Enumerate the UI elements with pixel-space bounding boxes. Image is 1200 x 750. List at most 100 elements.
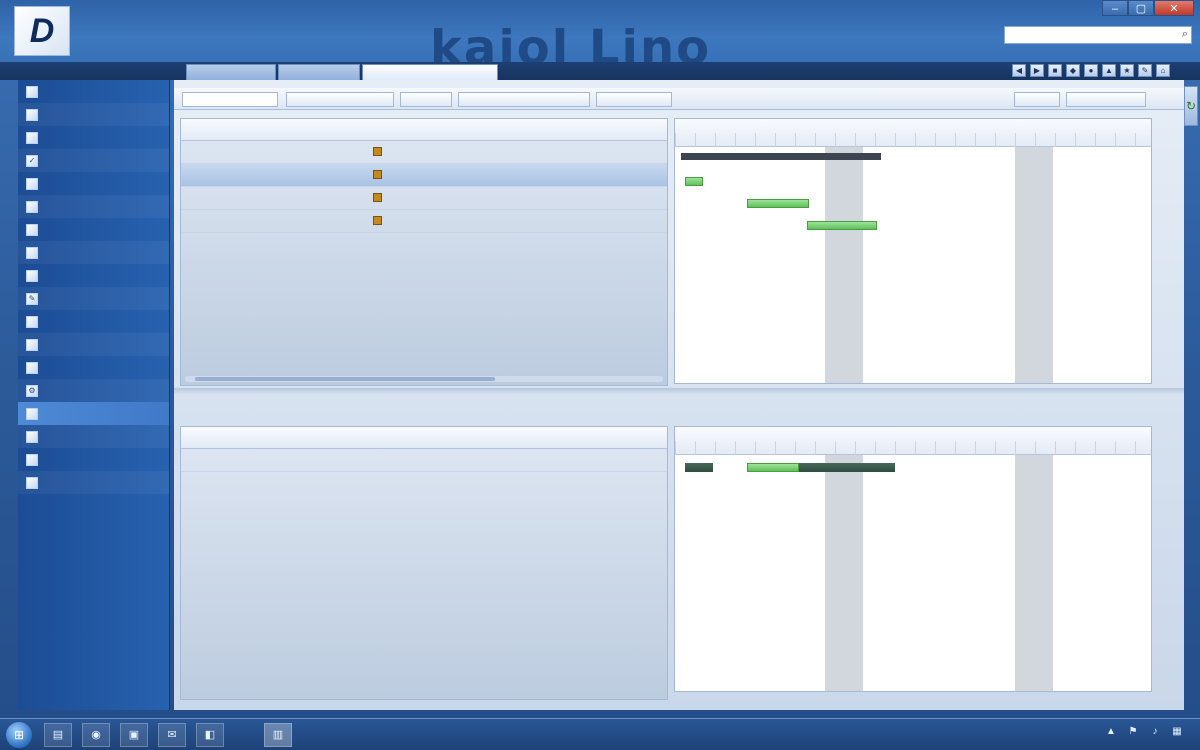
cell xyxy=(373,193,385,203)
sidebar-item[interactable] xyxy=(18,218,169,241)
day-cell xyxy=(855,441,875,455)
day-cell xyxy=(715,441,735,455)
back-icon[interactable]: ◀ xyxy=(1012,64,1026,77)
sidebar-item[interactable] xyxy=(18,172,169,195)
maximize-button[interactable]: ▢ xyxy=(1128,0,1154,16)
tab-1[interactable] xyxy=(186,64,276,80)
tab-3-active[interactable] xyxy=(362,64,498,80)
app-logo: D xyxy=(14,6,70,56)
planner-icon[interactable]: ▥ xyxy=(264,723,292,747)
record-icon[interactable]: ● xyxy=(1084,64,1098,77)
sidebar: ✓ ✎ ⚙ xyxy=(18,80,170,710)
day-cell xyxy=(975,133,995,147)
app-icon[interactable]: ◧ xyxy=(196,723,224,747)
resource-bar[interactable] xyxy=(799,463,895,472)
resource-bar[interactable] xyxy=(685,463,713,472)
weekend-shading xyxy=(1015,147,1053,383)
day-cell xyxy=(675,133,695,147)
day-cell xyxy=(755,441,775,455)
flag-icon[interactable]: ⚑ xyxy=(1126,725,1140,739)
action-button-4[interactable] xyxy=(596,92,672,107)
day-cell xyxy=(955,133,975,147)
sidebar-item[interactable] xyxy=(18,356,169,379)
sidebar-item[interactable] xyxy=(18,448,169,471)
up-icon[interactable]: ▲ xyxy=(1102,64,1116,77)
horizontal-scrollbar[interactable] xyxy=(185,376,663,382)
explorer-icon[interactable]: ▤ xyxy=(44,723,72,747)
quick-toolbar: ◀ ▶ ■ ◆ ● ▲ ★ ✎ ⌂ xyxy=(1012,64,1170,77)
sidebar-item[interactable] xyxy=(18,333,169,356)
sidebar-item[interactable] xyxy=(18,195,169,218)
forward-icon[interactable]: ▶ xyxy=(1030,64,1044,77)
tray-expand-icon[interactable]: ▲ xyxy=(1104,725,1118,739)
resource-bar[interactable] xyxy=(747,463,799,472)
mail-icon[interactable]: ✉ xyxy=(158,723,186,747)
sidebar-item[interactable] xyxy=(18,425,169,448)
day-cell xyxy=(1095,133,1115,147)
sidebar-item[interactable]: ✓ xyxy=(18,149,169,172)
page-icon xyxy=(26,430,38,443)
close-button[interactable]: ✕ xyxy=(1154,0,1194,16)
table-row[interactable] xyxy=(181,164,667,187)
diamond-icon[interactable]: ◆ xyxy=(1066,64,1080,77)
day-cell xyxy=(735,133,755,147)
sidebar-item[interactable] xyxy=(18,402,169,425)
home-icon[interactable]: ⌂ xyxy=(1156,64,1170,77)
task-bar[interactable] xyxy=(685,177,703,186)
filter-field[interactable] xyxy=(182,92,278,107)
action-button-1[interactable] xyxy=(286,92,394,107)
table-row[interactable] xyxy=(181,449,667,472)
favorite-icon[interactable]: ★ xyxy=(1120,64,1134,77)
network-icon[interactable]: ▦ xyxy=(1170,725,1184,739)
action-button-3[interactable] xyxy=(458,92,590,107)
table-row[interactable] xyxy=(181,141,667,164)
day-cell xyxy=(915,133,935,147)
table-row[interactable] xyxy=(181,210,667,233)
table-row[interactable] xyxy=(181,187,667,210)
sidebar-item[interactable] xyxy=(18,103,169,126)
task-bar[interactable] xyxy=(807,221,877,230)
weekend-shading xyxy=(825,455,863,691)
day-cell xyxy=(835,133,855,147)
day-cell xyxy=(1015,441,1035,455)
stop-icon[interactable]: ■ xyxy=(1048,64,1062,77)
task-bar[interactable] xyxy=(747,199,809,208)
sidebar-item[interactable] xyxy=(18,241,169,264)
search-input[interactable]: ⌕ xyxy=(1004,26,1192,44)
sidebar-item[interactable]: ✎ xyxy=(18,287,169,310)
action-button-2[interactable] xyxy=(400,92,452,107)
cell xyxy=(373,170,385,180)
sidebar-item[interactable] xyxy=(18,126,169,149)
edit-icon[interactable]: ✎ xyxy=(1138,64,1152,77)
page-icon xyxy=(26,223,38,236)
sidebar-item[interactable] xyxy=(18,80,169,103)
volume-icon[interactable]: ♪ xyxy=(1148,725,1162,739)
page-icon xyxy=(26,177,38,190)
tab-2[interactable] xyxy=(278,64,360,80)
minimize-button[interactable]: – xyxy=(1102,0,1128,16)
day-cell xyxy=(715,133,735,147)
day-cell xyxy=(1055,133,1075,147)
summary-bar[interactable] xyxy=(681,153,881,160)
day-cell xyxy=(1135,441,1151,455)
sidebar-item[interactable]: ⚙ xyxy=(18,379,169,402)
scrollbar-thumb[interactable] xyxy=(195,377,495,381)
sidebar-item[interactable] xyxy=(18,471,169,494)
task-type-icon xyxy=(373,216,382,226)
browser-icon[interactable]: ◉ xyxy=(82,723,110,747)
refresh-icon[interactable]: ↻ xyxy=(1184,86,1198,126)
sidebar-item[interactable] xyxy=(18,264,169,287)
gantt-chart-top xyxy=(674,118,1152,384)
day-cell xyxy=(895,133,915,147)
day-cell xyxy=(675,441,695,455)
start-button[interactable]: ⊞ xyxy=(6,722,32,748)
page-icon xyxy=(26,361,38,374)
right-button-1[interactable] xyxy=(1014,92,1060,107)
sidebar-item[interactable] xyxy=(18,310,169,333)
splitter[interactable] xyxy=(174,388,1184,394)
search-icon[interactable]: ⌕ xyxy=(1182,28,1188,41)
right-button-2[interactable] xyxy=(1066,92,1146,107)
window-icon[interactable]: ▣ xyxy=(120,723,148,747)
day-cell xyxy=(1075,133,1095,147)
day-cell xyxy=(815,133,835,147)
